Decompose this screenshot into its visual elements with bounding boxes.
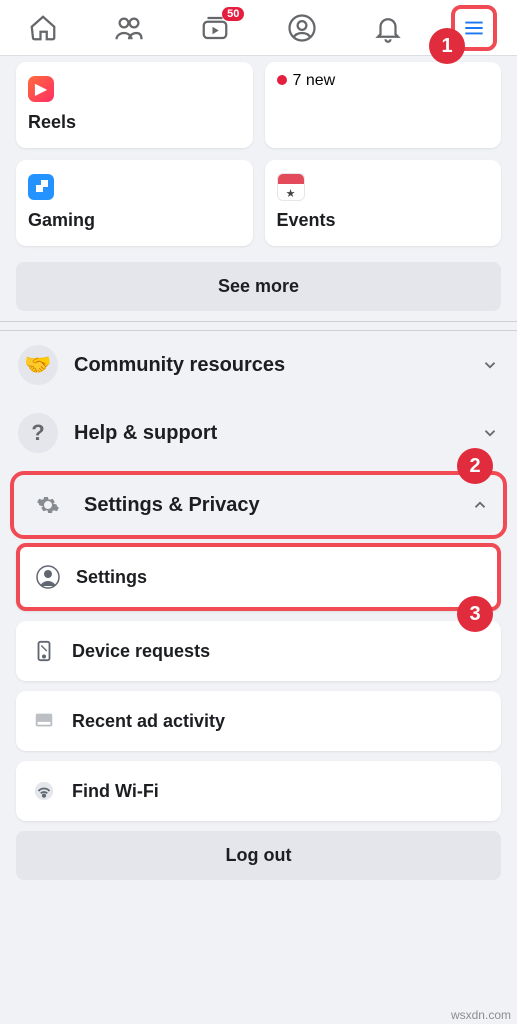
settings-privacy-label: Settings & Privacy bbox=[84, 494, 455, 517]
gear-icon bbox=[28, 485, 68, 525]
gaming-tile[interactable]: Gaming bbox=[16, 160, 253, 246]
friends-tab[interactable] bbox=[106, 5, 152, 51]
help-support-row[interactable]: ? Help & support bbox=[0, 399, 517, 467]
events-tile[interactable]: Events bbox=[265, 160, 502, 246]
chevron-down-icon bbox=[481, 424, 499, 442]
recent-ad-item[interactable]: Recent ad activity bbox=[16, 691, 501, 751]
see-more-label: See more bbox=[218, 276, 299, 296]
gaming-label: Gaming bbox=[28, 210, 241, 231]
friends-icon bbox=[114, 13, 144, 43]
new-tile[interactable]: 7 new bbox=[265, 62, 502, 148]
wifi-icon bbox=[30, 777, 58, 805]
settings-privacy-row[interactable]: Settings & Privacy bbox=[14, 475, 503, 535]
help-label: Help & support bbox=[74, 422, 465, 445]
red-dot-icon bbox=[277, 75, 287, 85]
hamburger-icon bbox=[461, 13, 487, 43]
step-2-marker: 2 bbox=[457, 448, 493, 484]
recent-ad-label: Recent ad activity bbox=[72, 711, 225, 732]
bell-icon bbox=[373, 13, 403, 43]
profile-tab[interactable] bbox=[279, 5, 325, 51]
reels-label: Reels bbox=[28, 112, 241, 133]
new-indicator: 7 new bbox=[277, 72, 336, 89]
profile-icon bbox=[287, 13, 317, 43]
events-label: Events bbox=[277, 210, 490, 231]
device-label: Device requests bbox=[72, 641, 210, 662]
logout-button[interactable]: Log out bbox=[16, 831, 501, 880]
chevron-down-icon bbox=[481, 356, 499, 374]
logout-label: Log out bbox=[226, 845, 292, 865]
events-icon bbox=[277, 173, 305, 201]
home-icon bbox=[28, 13, 58, 43]
find-wifi-item[interactable]: Find Wi-Fi bbox=[16, 761, 501, 821]
settings-label: Settings bbox=[76, 567, 147, 588]
new-count: 7 new bbox=[293, 72, 336, 89]
handshake-icon: 🤝 bbox=[18, 345, 58, 385]
notifications-tab[interactable] bbox=[365, 5, 411, 51]
settings-user-icon bbox=[34, 563, 62, 591]
divider bbox=[0, 321, 517, 331]
settings-item[interactable]: Settings bbox=[16, 543, 501, 611]
watch-tab[interactable]: 50 bbox=[192, 5, 238, 51]
question-icon: ? bbox=[18, 413, 58, 453]
step-1-marker: 1 bbox=[429, 28, 465, 64]
watch-badge: 50 bbox=[222, 7, 244, 21]
gaming-icon bbox=[28, 174, 54, 200]
chevron-up-icon bbox=[471, 496, 489, 514]
device-icon bbox=[30, 637, 58, 665]
step-3-marker: 3 bbox=[457, 596, 493, 632]
community-label: Community resources bbox=[74, 354, 465, 377]
community-resources-row[interactable]: 🤝 Community resources bbox=[0, 331, 517, 399]
reels-icon: ▶ bbox=[28, 76, 54, 102]
home-tab[interactable] bbox=[20, 5, 66, 51]
device-requests-item[interactable]: Device requests bbox=[16, 621, 501, 681]
see-more-button[interactable]: See more bbox=[16, 262, 501, 311]
wifi-label: Find Wi-Fi bbox=[72, 781, 159, 802]
reels-tile[interactable]: ▶ Reels bbox=[16, 62, 253, 148]
watermark: wsxdn.com bbox=[451, 1008, 511, 1022]
ad-icon bbox=[30, 707, 58, 735]
